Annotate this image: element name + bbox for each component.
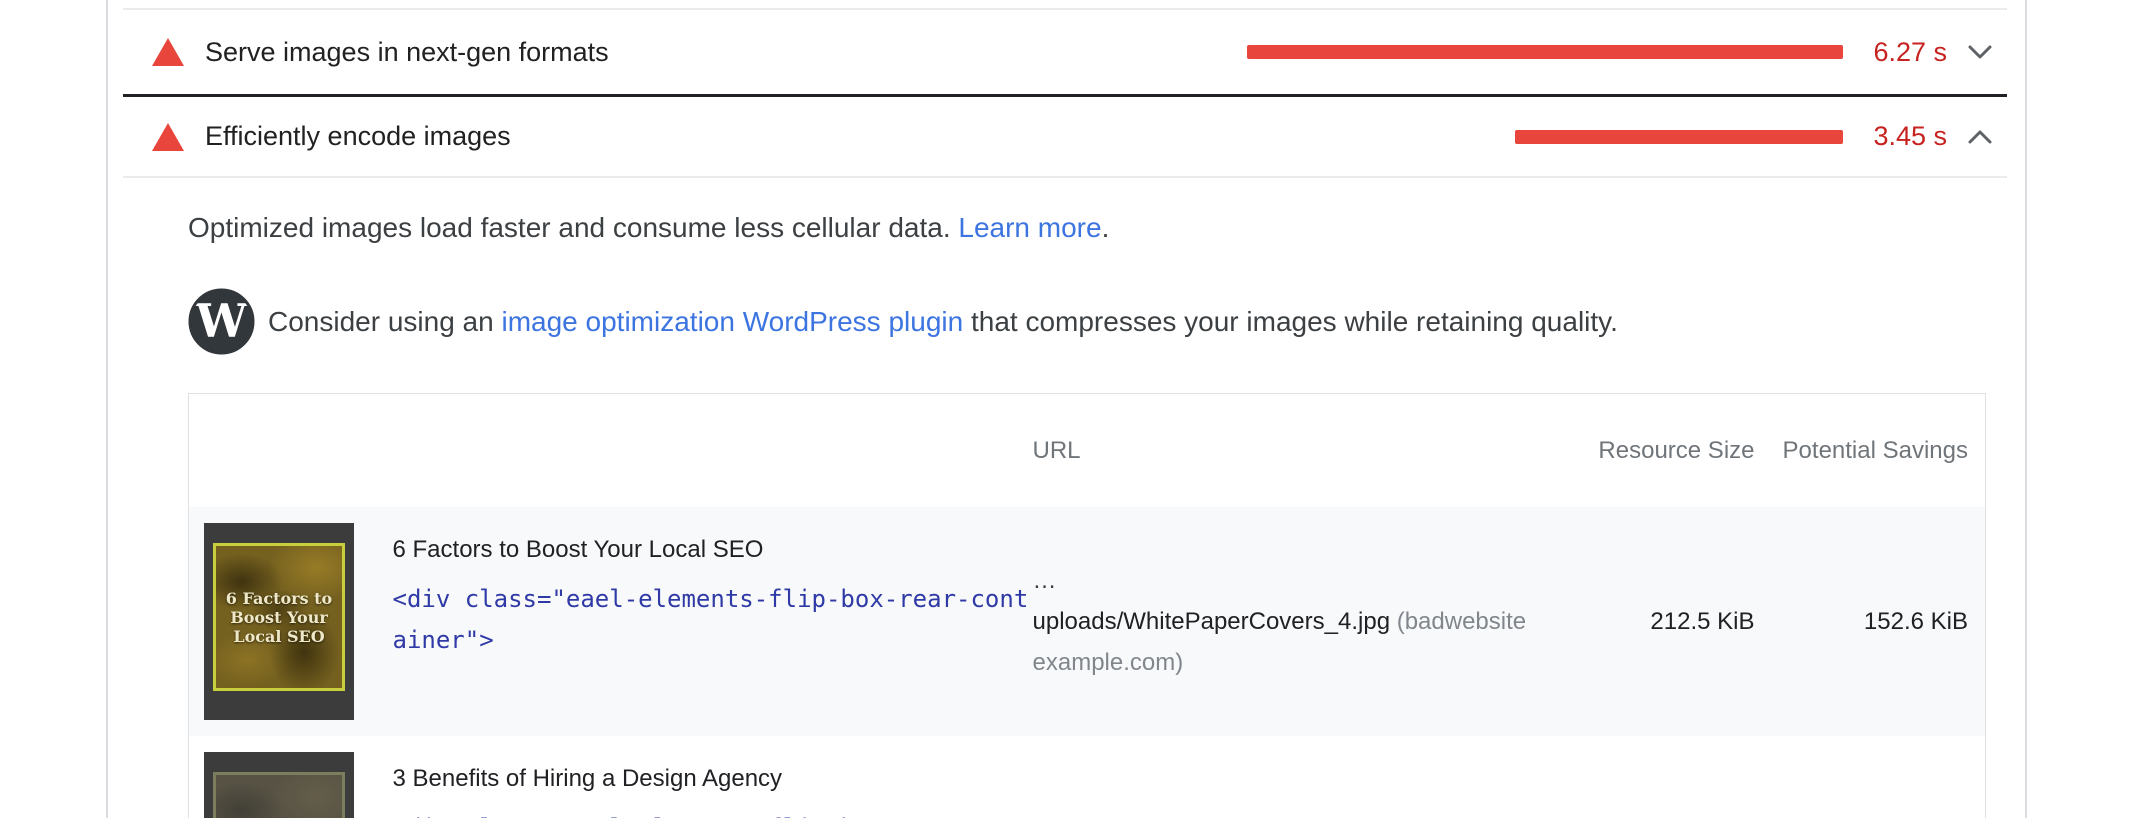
audit-bottom-divider xyxy=(123,176,2007,178)
thumbnail-caption: 6 Factors to Boost Your Local SEO xyxy=(223,589,335,646)
description-text: Optimized images load faster and consume… xyxy=(188,212,958,243)
image-thumbnail-faded: 6 Factors to Boost Your Local SEO xyxy=(204,752,354,818)
url-cell: … uploads/WhitePaperCovers_4.jpg (badweb… xyxy=(1033,507,1533,736)
row-title: 6 Factors to Boost Your Local SEO xyxy=(393,530,1033,570)
warning-triangle-icon xyxy=(152,123,184,151)
table-row: 6 Factors to Boost Your Local SEO 6 Fact… xyxy=(189,507,1986,736)
recommendation-after: that compresses your images while retain… xyxy=(963,306,1618,337)
audit-details: Optimized images load faster and consume… xyxy=(123,209,2007,818)
recommendation-before: Consider using an xyxy=(268,306,501,337)
sparkline-bar xyxy=(1247,45,1843,59)
url-ellipsis: … xyxy=(1033,560,1527,601)
description-period: . xyxy=(1102,212,1110,243)
audit-row-efficiently-encode-images[interactable]: Efficiently encode images 3.45 s xyxy=(123,97,2007,176)
sparkline-bar xyxy=(1515,130,1843,144)
header-resource-size: Resource Size xyxy=(1533,394,1783,508)
audit-title: Serve images in next-gen formats xyxy=(205,37,609,68)
wordpress-plugin-link[interactable]: image optimization WordPress plugin xyxy=(501,306,963,337)
potential-savings-cell xyxy=(1783,736,1986,818)
table-row: 6 Factors to Boost Your Local SEO 3 Bene… xyxy=(189,736,1986,818)
sparkline xyxy=(1247,45,1843,59)
timing-value: 6.27 s xyxy=(1843,37,1947,68)
stack-pack-recommendation: W Consider using an image optimization W… xyxy=(188,275,1986,368)
header-potential-savings: Potential Savings xyxy=(1783,394,1986,508)
audit-row-serve-images-next-gen[interactable]: Serve images in next-gen formats 6.27 s xyxy=(123,10,2007,94)
sparkline xyxy=(1247,130,1843,144)
learn-more-link[interactable]: Learn more xyxy=(958,212,1101,243)
svg-text:W: W xyxy=(195,294,249,348)
resource-size-cell xyxy=(1533,736,1783,818)
image-thumbnail: 6 Factors to Boost Your Local SEO xyxy=(204,523,354,720)
header-url: URL xyxy=(1033,394,1533,508)
audit-description: Optimized images load faster and consume… xyxy=(188,209,1986,246)
audit-title: Efficiently encode images xyxy=(205,121,511,152)
table-header-row: URL Resource Size Potential Savings xyxy=(189,394,1986,508)
title-cell: 6 Factors to Boost Your Local SEO <div c… xyxy=(393,507,1033,736)
timing-value: 3.45 s xyxy=(1843,121,1947,152)
title-cell: 3 Benefits of Hiring a Design Agency <di… xyxy=(393,736,1033,818)
row-code-snippet: <div class="eael-elements-flip-box-rear-… xyxy=(393,808,1033,818)
header-spacer xyxy=(393,394,1033,508)
lighthouse-audit-panel: Serve images in next-gen formats 6.27 s … xyxy=(0,0,2142,818)
savings-table: URL Resource Size Potential Savings 6 Fa… xyxy=(188,393,1986,818)
header-thumbnail xyxy=(189,394,393,508)
warning-triangle-icon xyxy=(152,38,184,66)
recommendation-text: Consider using an image optimization Wor… xyxy=(268,303,1618,340)
row-code-snippet: <div class="eael-elements-flip-box-rear-… xyxy=(393,579,1033,661)
row-title: 3 Benefits of Hiring a Design Agency xyxy=(393,759,1033,799)
panel-left-border xyxy=(106,0,108,818)
thumbnail-cell: 6 Factors to Boost Your Local SEO xyxy=(189,507,393,736)
url-path: uploads/WhitePaperCovers_4.jpg xyxy=(1033,608,1397,635)
chevron-down-icon[interactable] xyxy=(1966,43,1994,61)
url-cell: … xyxy=(1033,736,1533,818)
url-ellipsis: … xyxy=(1033,794,1527,818)
chevron-up-icon[interactable] xyxy=(1966,128,1994,146)
wordpress-icon: W xyxy=(188,288,255,355)
potential-savings-cell: 152.6 KiB xyxy=(1783,507,1986,736)
audit-list: Serve images in next-gen formats 6.27 s … xyxy=(123,8,2007,178)
panel-right-border xyxy=(2025,0,2027,818)
thumbnail-cell: 6 Factors to Boost Your Local SEO xyxy=(189,736,393,818)
resource-size-cell: 212.5 KiB xyxy=(1533,507,1783,736)
